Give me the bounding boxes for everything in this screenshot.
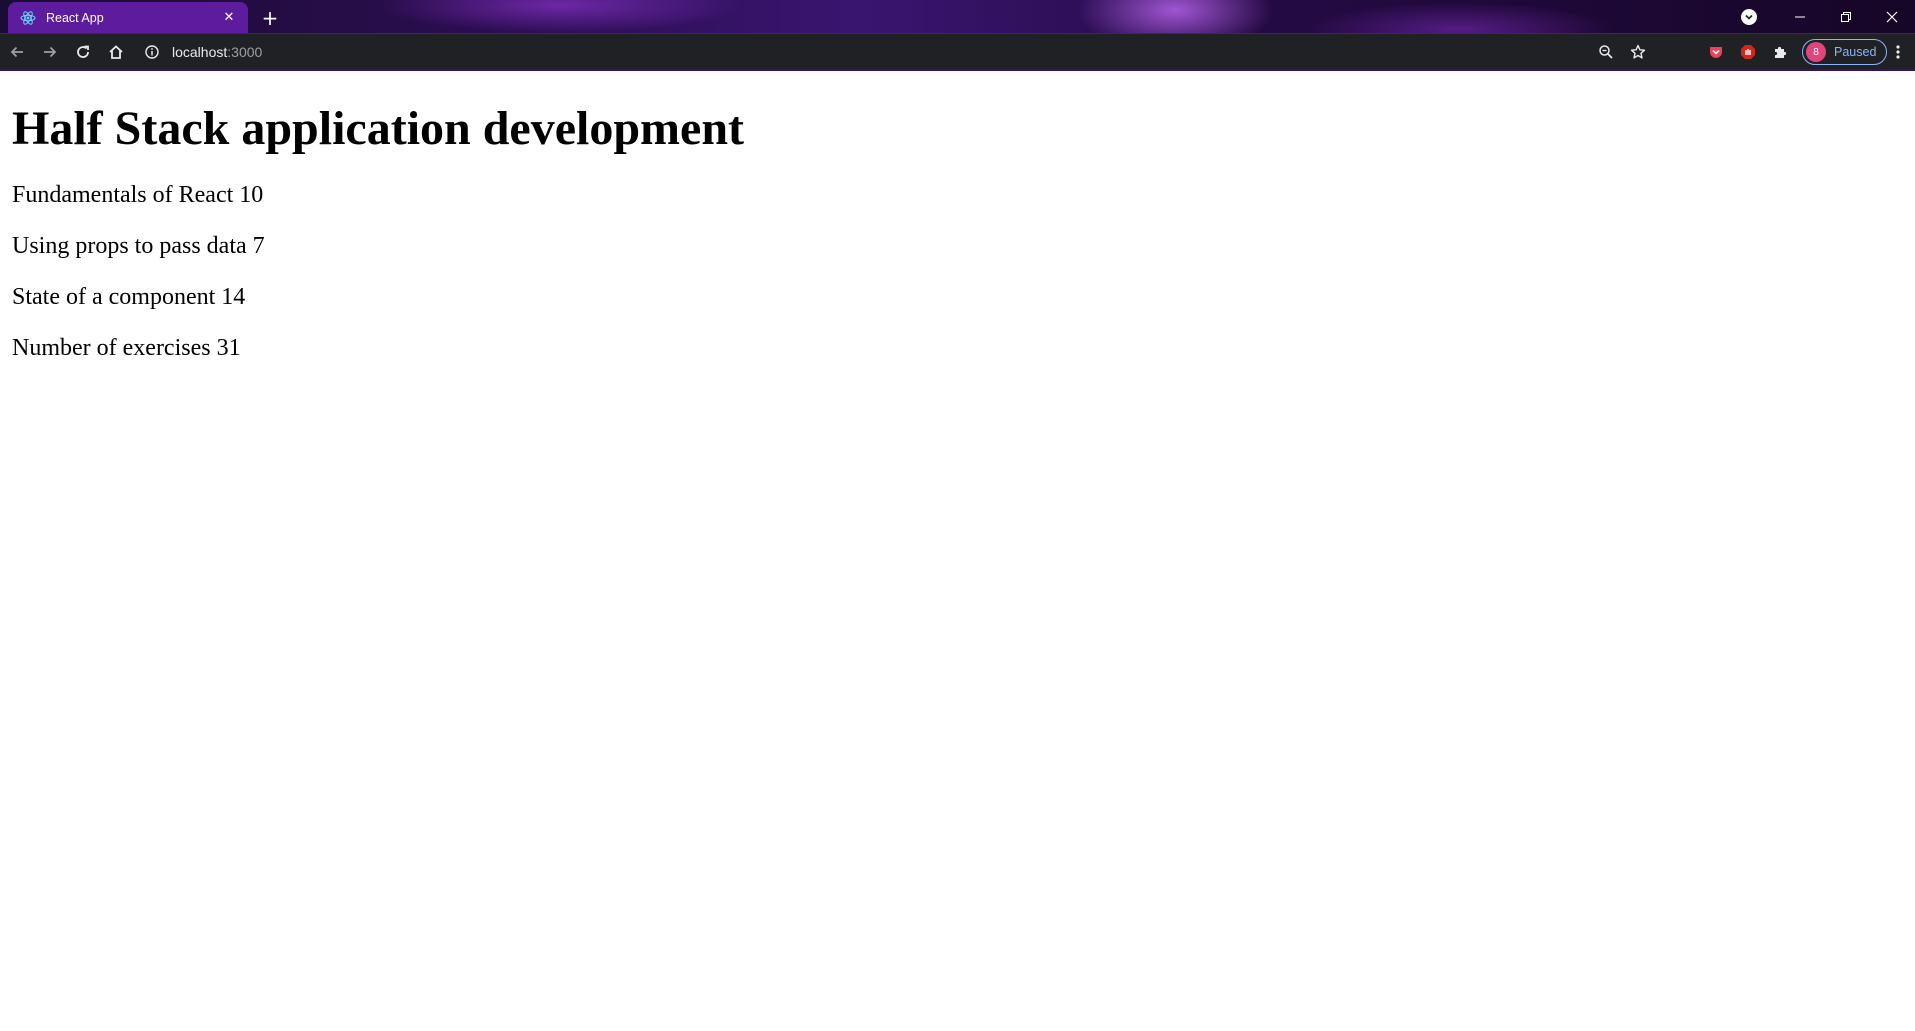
new-tab-button[interactable]: + <box>257 5 283 31</box>
back-button[interactable] <box>1 36 33 68</box>
page-content: Half Stack application development Funda… <box>0 71 1915 1031</box>
close-window-icon[interactable] <box>1869 0 1915 33</box>
url-port: :3000 <box>227 44 263 60</box>
browser-tab-active[interactable]: React App ✕ <box>8 2 248 33</box>
browser-toolbar: localhost:3000 8 Paused <box>0 33 1915 71</box>
info-icon[interactable] <box>144 44 160 60</box>
page-title: Half Stack application development <box>12 102 745 155</box>
exercises-total: Number of exercises 31 <box>12 335 241 361</box>
arrow-left-icon <box>10 46 23 57</box>
minimize-icon[interactable] <box>1777 0 1823 33</box>
url-host: localhost <box>172 44 228 60</box>
puzzle-icon[interactable] <box>1764 37 1796 67</box>
window-controls <box>1741 0 1915 33</box>
course-part: Fundamentals of React 10 <box>12 182 264 208</box>
forward-button[interactable] <box>34 36 66 68</box>
profile-status-label: Paused <box>1834 45 1877 59</box>
avatar: 8 <box>1806 42 1826 62</box>
restore-icon[interactable] <box>1823 0 1869 33</box>
address-bar[interactable]: localhost:3000 <box>144 37 1654 67</box>
reload-button[interactable] <box>67 36 99 68</box>
adblock-icon[interactable] <box>1732 37 1764 67</box>
zoom-icon[interactable] <box>1590 37 1622 67</box>
profile-paused-button[interactable]: 8 Paused <box>1802 39 1888 65</box>
extensions-area: 8 Paused <box>1700 37 1888 67</box>
kebab-menu-icon[interactable] <box>1884 37 1912 67</box>
tab-title: React App <box>46 10 104 25</box>
tab-close-icon[interactable]: ✕ <box>218 7 240 29</box>
reload-icon <box>77 45 89 58</box>
plus-icon: + <box>261 6 279 30</box>
pocket-icon[interactable] <box>1700 37 1732 67</box>
address-bar-actions <box>1590 37 1654 67</box>
home-button[interactable] <box>100 36 132 68</box>
course-part: State of a component 14 <box>12 284 246 310</box>
star-icon[interactable] <box>1622 37 1654 67</box>
tab-search-icon[interactable] <box>1741 8 1757 25</box>
arrow-right-icon <box>44 46 57 57</box>
course-part: Using props to pass data 7 <box>12 233 265 259</box>
home-icon <box>109 44 123 59</box>
react-logo-icon <box>20 10 36 26</box>
browser-title-bar: React App ✕ + <box>0 0 1915 33</box>
